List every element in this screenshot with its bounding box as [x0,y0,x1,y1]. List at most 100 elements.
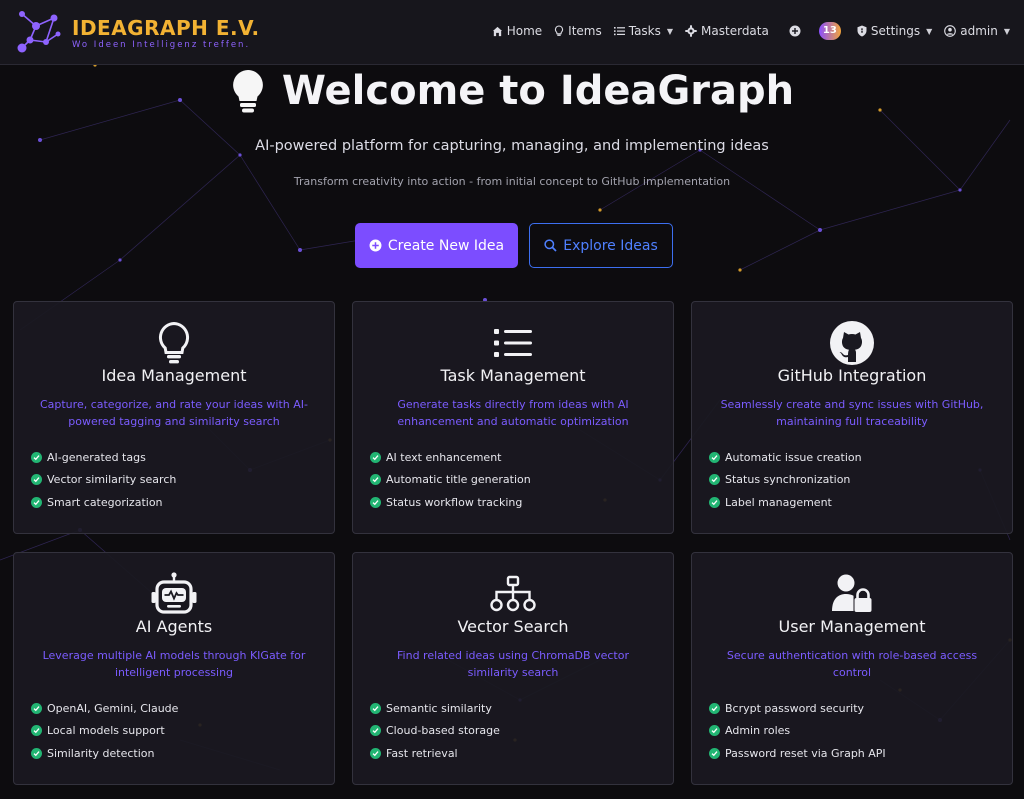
nav-home-label: Home [506,24,543,38]
feature-list: Bcrypt password security Admin roles Pas… [709,697,999,765]
nav-settings-label: Settings [870,24,921,38]
list-item: AI text enhancement [370,446,660,469]
check-circle-icon [709,474,720,486]
hero-section: Welcome to IdeaGraph AI-powered platform… [0,64,1024,294]
card-title: Task Management [440,366,586,385]
nav-items-label: Items [568,24,602,38]
check-circle-icon [709,496,720,508]
feature-list: Automatic issue creation Status synchron… [709,446,999,514]
card-title: User Management [778,617,926,636]
hero-title: Welcome to IdeaGraph [281,68,795,114]
check-circle-icon [370,725,381,737]
feature-card-vector-search: Vector Search Find related ideas using C… [352,552,674,785]
list-item: AI-generated tags [31,446,321,469]
nav-add-button[interactable] [789,25,801,37]
nav-menu: Home Items Tasks ▼ Masterdata 13 Setting… [492,20,1010,42]
nav-tasks-label: Tasks [628,24,661,38]
feature-text: Admin roles [725,724,791,738]
check-circle-icon [370,451,381,463]
card-icon-wrap [14,567,334,621]
card-description: Seamlessly create and sync issues with G… [720,398,984,428]
top-navbar: IDEAGRAPH E.V. Wo Ideen Intelligenz tref… [0,0,1024,65]
check-circle-icon [31,496,42,508]
lightbulb-icon [555,25,564,36]
list-item: Automatic title generation [370,469,660,492]
list-item: Vector similarity search [31,469,321,492]
feature-text: Status workflow tracking [386,495,523,509]
sitemap-icon [490,575,536,612]
feature-text: Vector similarity search [47,473,177,487]
list-item: Password reset via Graph API [709,742,999,765]
card-description: Leverage multiple AI models through KIGa… [42,649,306,679]
gear-icon [685,25,697,37]
nav-masterdata[interactable]: Masterdata [685,24,769,38]
check-circle-icon [709,451,720,463]
list-item: Similarity detection [31,742,321,765]
check-circle-icon [709,725,720,737]
nav-user-dropdown[interactable]: admin ▼ [944,24,1010,38]
lightbulb-icon [158,321,190,364]
brand[interactable]: IDEAGRAPH E.V. Wo Ideen Intelligenz tref… [14,6,259,58]
feature-card-task-management: Task Management Generate tasks directly … [352,301,674,534]
feature-text: Fast retrieval [386,746,458,760]
user-circle-icon [944,25,957,37]
check-circle-icon [31,451,42,463]
feature-text: OpenAI, Gemini, Claude [47,701,179,715]
feature-text: Semantic similarity [386,701,492,715]
card-icon-wrap [692,316,1012,370]
feature-text: AI-generated tags [47,450,146,464]
feature-text: Bcrypt password security [725,701,865,715]
list-item: Status synchronization [709,469,999,492]
list-item: Bcrypt password security [709,697,999,720]
caret-down-icon: ▼ [926,26,933,36]
list-item: Cloud-based storage [370,720,660,743]
brand-tagline: Wo Ideen Intelligenz treffen. [72,40,251,50]
create-new-idea-label: Create New Idea [387,237,505,254]
nav-user-label: admin [960,24,998,38]
nav-home[interactable]: Home [492,24,542,38]
shield-icon [857,25,867,37]
list-item: Automatic issue creation [709,446,999,469]
list-item: Fast retrieval [370,742,660,765]
feature-text: Automatic title generation [386,473,531,487]
feature-text: Local models support [47,724,165,738]
network-logo-icon [17,11,61,53]
create-new-idea-button[interactable]: Create New Idea [355,223,518,268]
brand-title: IDEAGRAPH E.V. [72,16,260,40]
feature-text: Cloud-based storage [386,724,500,738]
card-icon-wrap [353,316,673,370]
card-icon-wrap [14,316,334,370]
card-description: Secure authentication with role-based ac… [726,649,978,679]
feature-text: Status synchronization [725,473,851,487]
plus-circle-icon [369,239,382,252]
card-title: Vector Search [457,617,569,636]
nav-tasks-dropdown[interactable]: Tasks ▼ [613,24,673,38]
feature-text: AI text enhancement [386,450,502,464]
feature-text: Automatic issue creation [725,450,862,464]
check-circle-icon [709,702,720,714]
card-description: Capture, categorize, and rate your ideas… [39,398,309,428]
robot-icon [151,572,197,614]
user-lock-icon [832,574,872,612]
check-circle-icon [31,725,42,737]
feature-list: AI text enhancement Automatic title gene… [370,446,660,514]
list-item: Admin roles [709,720,999,743]
feature-text: Similarity detection [47,746,155,760]
card-title: GitHub Integration [777,366,927,385]
feature-list: OpenAI, Gemini, Claude Local models supp… [31,697,321,765]
house-icon [492,26,502,36]
notification-badge[interactable]: 13 [818,22,841,40]
check-circle-icon [370,496,381,508]
search-icon [544,239,557,252]
explore-ideas-button[interactable]: Explore Ideas [529,223,673,268]
check-circle-icon [31,702,42,714]
card-description: Generate tasks directly from ideas with … [397,398,629,428]
feature-text: Smart categorization [47,495,163,509]
nav-settings-dropdown[interactable]: Settings ▼ [857,24,932,38]
nav-items[interactable]: Items [554,24,602,38]
feature-text: Label management [725,495,832,509]
check-circle-icon [31,474,42,486]
feature-card-github-integration: GitHub Integration Seamlessly create and… [691,301,1013,534]
feature-card-user-management: User Management Secure authentication wi… [691,552,1013,785]
check-circle-icon [31,747,42,759]
